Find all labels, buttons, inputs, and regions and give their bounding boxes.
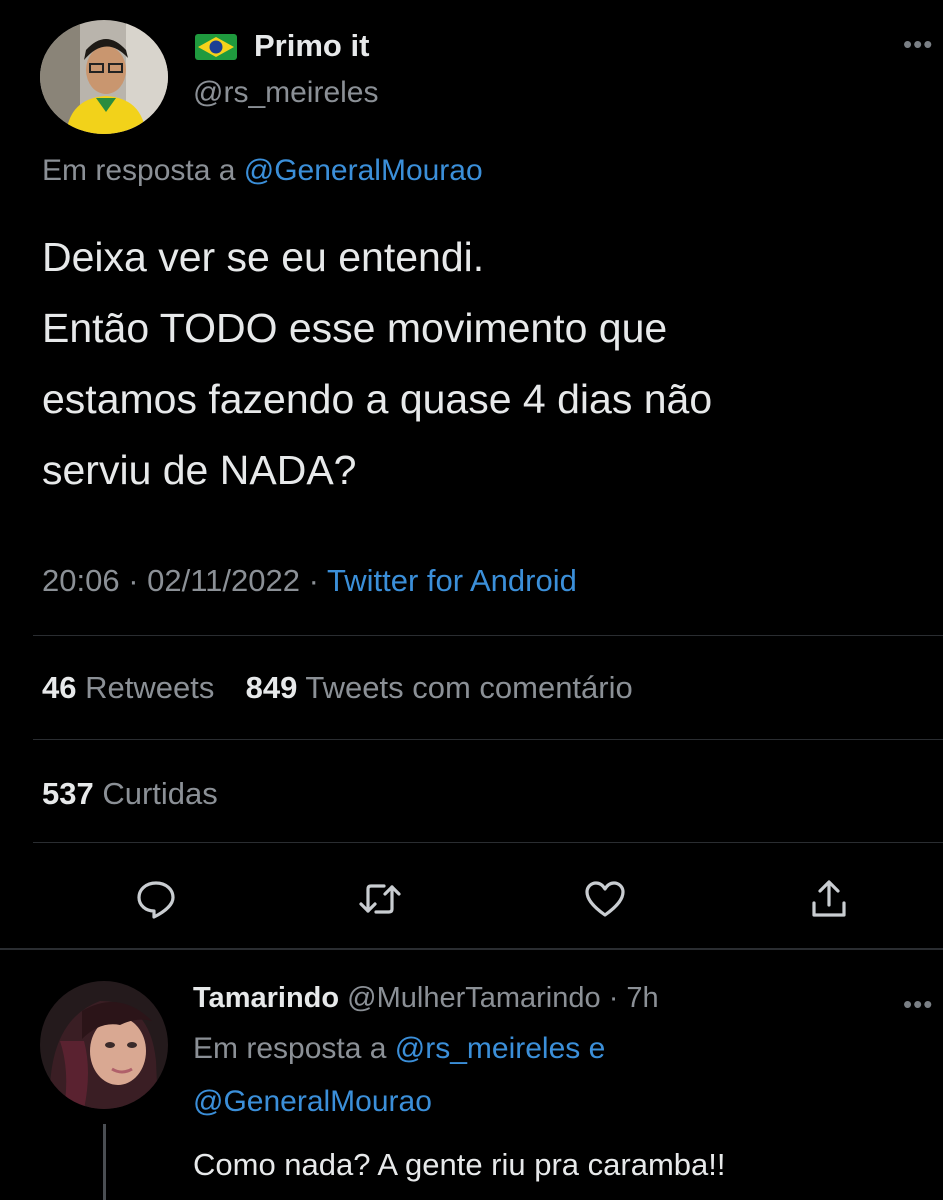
reply-conjunction: e [588,1032,606,1065]
reply-icon [137,881,175,919]
reply-context: Em resposta a @GeneralMourao [42,154,483,188]
divider [33,739,943,740]
thread-line [103,1124,106,1200]
avatar-photo [40,20,168,134]
reply-age[interactable]: 7h [626,982,658,1014]
avatar-tamarindo[interactable] [40,981,168,1109]
retweets-stat[interactable]: 46 Retweets [42,670,214,705]
reply-more-options-icon[interactable]: ••• [903,991,933,1017]
reply-handle[interactable]: @MulherTamarindo [347,982,600,1014]
brazil-flag-icon [195,34,237,65]
reply-header: Tamarindo @MulherTamarindo · 7h [193,982,659,1014]
tweet-date[interactable]: 02/11/2022 [147,563,300,598]
tweet-time[interactable]: 20:06 [42,563,120,598]
tweet-text-line: Então TODO esse movimento que [42,305,668,351]
likes-stat[interactable]: 537 Curtidas [42,776,218,812]
reply-display-name[interactable]: Tamarindo [193,982,339,1014]
quotes-label: Tweets com comentário [305,670,633,705]
share-icon [812,880,846,917]
reply-prefix: Em resposta a [193,1032,387,1065]
divider [33,842,943,843]
retweets-label: Retweets [85,670,215,705]
engagement-stats: 46 Retweets 849 Tweets com comentário [42,670,633,706]
reply-to-link-1[interactable]: @rs_meireles [395,1032,581,1065]
tweet-source[interactable]: Twitter for Android [327,563,577,598]
reply-prefix: Em resposta a [42,154,236,187]
retweets-count: 46 [42,670,77,705]
tweet-text-line: estamos fazendo a quase 4 dias não [42,376,713,422]
reply-button[interactable] [128,871,184,927]
reply-text: Como nada? A gente riu pra caramba!! [193,1147,726,1182]
user-handle[interactable]: @rs_meireles [193,76,379,110]
divider [33,635,943,636]
reply-to-link[interactable]: @GeneralMourao [244,154,483,187]
retweet-button[interactable] [352,871,408,927]
retweet-icon [359,884,401,914]
share-button[interactable] [801,871,857,927]
display-name[interactable]: Primo it [254,28,369,64]
reply-context: Em resposta a @rs_meireles e [193,1032,605,1066]
likes-label: Curtidas [102,776,218,811]
avatar-photo [40,981,168,1109]
tweet-timestamp: 20:06 · 02/11/2022 · Twitter for Android [42,563,577,598]
like-button[interactable] [577,871,633,927]
avatar-primo-it[interactable] [40,20,168,134]
quotes-count: 849 [245,670,298,705]
reply-to-link-2[interactable]: @GeneralMourao [193,1085,432,1119]
tweet-text-line: serviu de NADA? [42,447,357,493]
section-divider [0,948,943,950]
more-options-icon[interactable]: ••• [903,31,933,57]
like-icon [585,881,625,917]
tweet-text-line: Deixa ver se eu entendi. [42,234,485,280]
tweet-text: Deixa ver se eu entendi. Então TODO esse… [42,222,712,506]
quotes-stat[interactable]: 849 Tweets com comentário [246,670,633,705]
likes-count: 537 [42,776,94,811]
